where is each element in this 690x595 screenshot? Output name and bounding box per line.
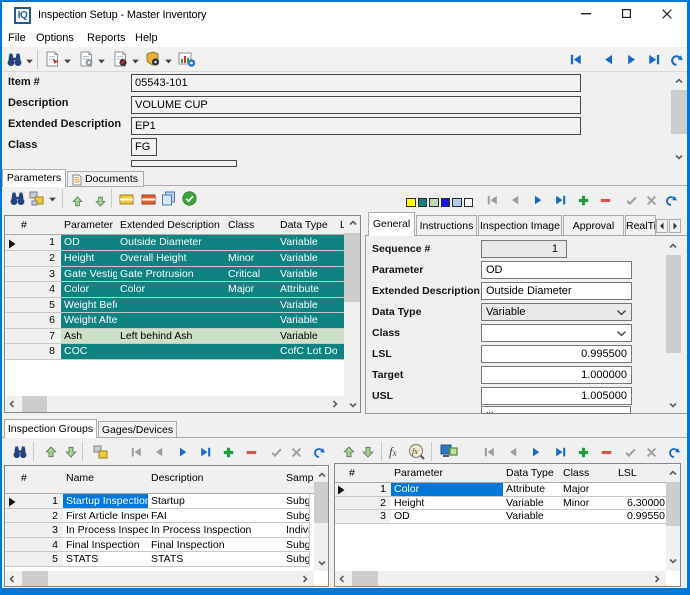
svg-text:fx: fx — [412, 447, 418, 456]
